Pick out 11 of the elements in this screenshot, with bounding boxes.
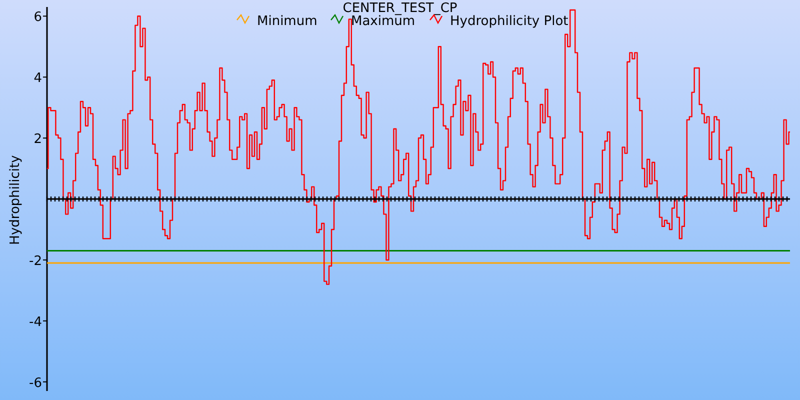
legend-label: Maximum [351, 14, 416, 29]
legend-label: Hydrophilicity Plot [450, 14, 568, 29]
y-tick-label: -4 [29, 314, 42, 330]
y-tick-label: -2 [29, 254, 42, 269]
y-tick-label: 4 [34, 71, 42, 86]
y-tick-label: 2 [34, 132, 42, 148]
y-tick-label: -6 [29, 376, 42, 391]
legend-label: Minimum [257, 14, 318, 29]
y-axis-label: Hydrophilicity [8, 155, 23, 245]
chart-title: CENTER_TEST_CP [342, 1, 458, 16]
y-tick-label: 6 [34, 10, 42, 26]
